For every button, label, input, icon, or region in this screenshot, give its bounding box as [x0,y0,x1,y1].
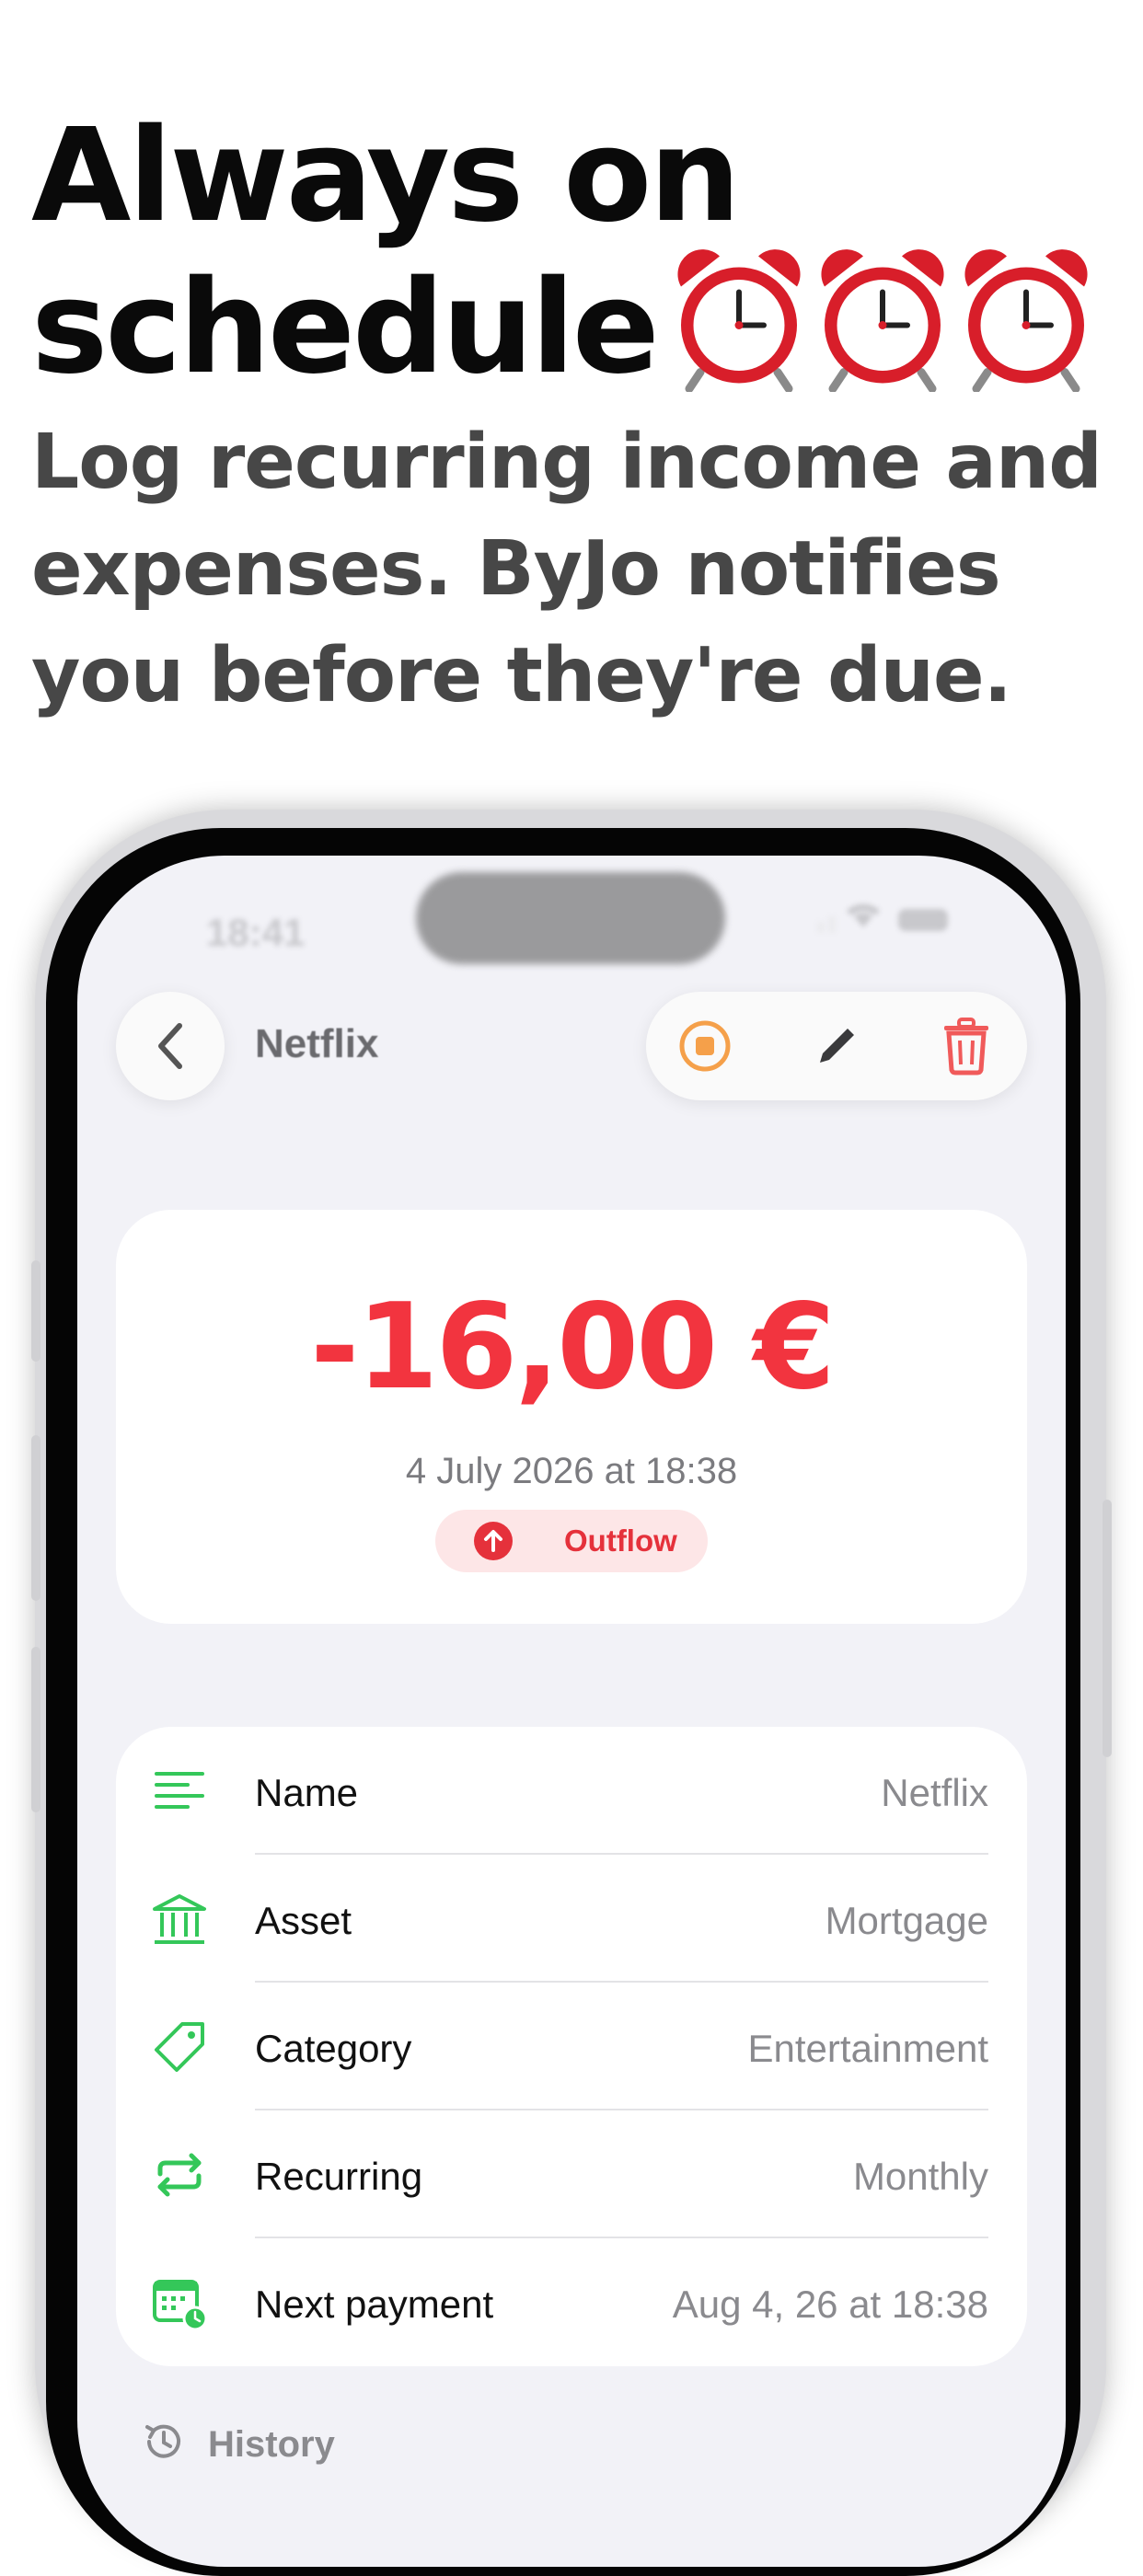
transaction-date: 4 July 2026 at 18:38 [405,1451,738,1491]
trash-icon [944,1018,988,1075]
tag-icon [155,2022,204,2072]
details-card: Name Netflix Asset Mortgage Category Ent… [116,1727,1027,2366]
headline-line-1: Always on [31,101,741,251]
stop-button[interactable] [677,1018,733,1074]
flow-badge: Outflow [435,1510,708,1572]
chevron-left-icon [158,1023,182,1069]
detail-label: Next payment [255,2283,494,2326]
detail-value: Netflix [881,1771,988,1814]
history-section-header[interactable]: History [142,2420,335,2466]
detail-row-category[interactable]: Category Entertainment [116,1983,1027,2110]
detail-label: Name [255,1771,359,1814]
nav-title: Netflix [255,1021,379,1066]
detail-label: Asset [255,1899,352,1942]
side-button [31,1435,40,1601]
bank-icon [153,1894,206,1944]
detail-value: Entertainment [747,2027,988,2070]
side-button [1103,1500,1112,1757]
dynamic-island [416,872,725,964]
detail-value: Mortgage [825,1899,988,1942]
repeat-icon [157,2153,202,2197]
edit-button[interactable] [809,1018,864,1074]
headline-line-2: schedule [31,253,660,403]
nav-actions [646,992,1027,1100]
calendar-clock-icon [153,2280,208,2331]
stop-icon [679,1020,731,1072]
alarm-clock-icon [821,249,944,393]
alarm-clock-icon [964,249,1088,393]
transaction-amount: -16,00 € [310,1279,836,1416]
detail-value: Aug 4, 26 at 18:38 [672,2283,988,2326]
status-time: 18:41 [206,911,306,954]
phone-screen: 18:41 Netflix -16,00 € 4 July 2026 at 18… [77,856,1066,2567]
side-button [31,1647,40,1812]
amount-card: -16,00 € 4 July 2026 at 18:38 Outflow [116,1210,1027,1624]
detail-row-name[interactable]: Name Netflix [116,1727,1027,1855]
pencil-icon [820,1029,854,1063]
arrow-up-circle-icon [474,1522,513,1560]
detail-label: Recurring [255,2155,423,2198]
alarm-clock-icon [677,249,801,393]
history-icon [145,2424,180,2458]
delete-button[interactable] [939,1018,994,1075]
headline: Always on schedule [31,109,1117,417]
history-label: History [208,2424,335,2465]
flow-label: Outflow [564,1524,677,1558]
subheadline: Log recurring income and expenses. ByJo … [31,419,1103,719]
status-icons [817,900,955,941]
text-lines-icon [155,1772,204,1809]
alarm-clocks [670,245,1101,417]
back-button[interactable] [116,992,225,1100]
detail-row-asset[interactable]: Asset Mortgage [116,1855,1027,1983]
side-button [31,1260,40,1362]
detail-value: Monthly [852,2155,988,2198]
detail-label: Category [255,2027,412,2070]
detail-row-next-payment[interactable]: Next payment Aug 4, 26 at 18:38 [116,2238,1027,2366]
detail-row-recurring[interactable]: Recurring Monthly [116,2110,1027,2238]
